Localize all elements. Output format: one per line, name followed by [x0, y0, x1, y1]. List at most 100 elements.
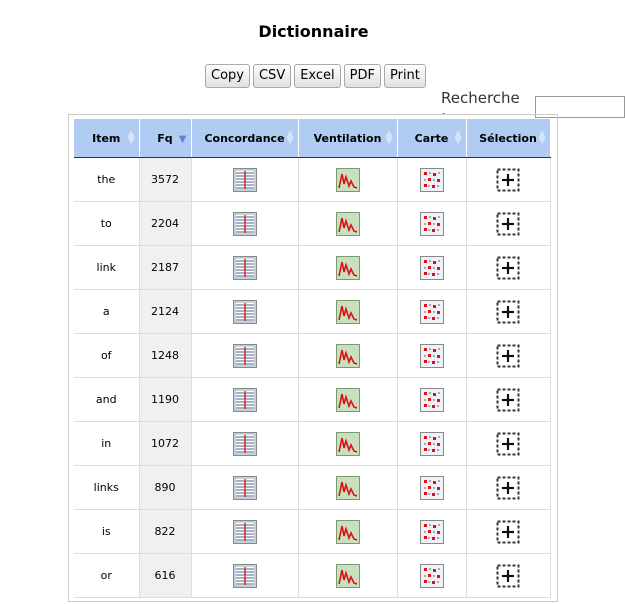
map-icon[interactable] — [419, 299, 444, 324]
column-header-item[interactable]: Item ▲ ▼ — [74, 119, 140, 158]
selection-add-icon[interactable] — [496, 256, 520, 280]
selection-add-icon[interactable] — [496, 212, 520, 236]
concordance-icon[interactable] — [232, 387, 257, 412]
concordance-icon[interactable] — [232, 255, 257, 280]
ventilation-icon[interactable] — [335, 167, 360, 192]
selection-cell — [466, 377, 551, 422]
ventilation-icon[interactable] — [335, 475, 360, 500]
concordance-icon[interactable] — [232, 519, 257, 544]
selection-add-icon[interactable] — [496, 476, 520, 500]
ventilation-cell — [298, 201, 398, 246]
frequency-cell: 616 — [139, 553, 192, 598]
concordance-cell — [191, 553, 299, 598]
ventilation-cell — [298, 289, 398, 334]
excel-button[interactable]: Excel — [294, 64, 341, 88]
concordance-icon[interactable] — [232, 211, 257, 236]
frequency-value: 3572 — [151, 173, 179, 186]
page-title: Dictionnaire — [258, 22, 369, 41]
export-toolbar: Copy CSV Excel PDF Print — [205, 64, 426, 88]
item-text: is — [101, 525, 111, 538]
ventilation-icon[interactable] — [335, 519, 360, 544]
table-row: to 2204 — [74, 201, 551, 246]
item-text: in — [101, 437, 112, 450]
sort-icon: ▲ ▼ — [286, 129, 294, 146]
frequency-cell: 890 — [139, 465, 192, 510]
column-header-selection[interactable]: Sélection ▲ ▼ — [466, 119, 551, 158]
item-cell: links — [74, 465, 140, 510]
ventilation-cell — [298, 157, 398, 202]
ventilation-icon[interactable] — [335, 563, 360, 588]
csv-button[interactable]: CSV — [252, 64, 292, 88]
concordance-cell — [191, 465, 299, 510]
sort-icon: ▲ ▼ — [538, 129, 546, 146]
map-icon[interactable] — [419, 343, 444, 368]
ventilation-icon[interactable] — [335, 255, 360, 280]
selection-add-icon[interactable] — [496, 388, 520, 412]
ventilation-cell — [298, 465, 398, 510]
selection-add-icon[interactable] — [496, 344, 520, 368]
map-icon[interactable] — [419, 255, 444, 280]
selection-cell — [466, 333, 551, 378]
column-header-ventilation[interactable]: Ventilation ▲ ▼ — [298, 119, 398, 158]
map-icon[interactable] — [419, 519, 444, 544]
frequency-value: 1248 — [151, 349, 179, 362]
item-text: and — [95, 393, 117, 406]
copy-button[interactable]: Copy — [205, 64, 250, 88]
ventilation-icon[interactable] — [335, 387, 360, 412]
selection-cell — [466, 465, 551, 510]
frequency-value: 616 — [154, 569, 176, 582]
table-row: or 616 — [74, 553, 551, 598]
frequency-value: 1190 — [151, 393, 179, 406]
carte-cell — [397, 289, 467, 334]
map-icon[interactable] — [419, 167, 444, 192]
concordance-icon[interactable] — [232, 475, 257, 500]
concordance-icon[interactable] — [232, 563, 257, 588]
frequency-value: 1072 — [151, 437, 179, 450]
pdf-button[interactable]: PDF — [343, 64, 381, 88]
column-header-fq[interactable]: Fq ▼ — [139, 119, 192, 158]
selection-cell — [466, 157, 551, 202]
concordance-cell — [191, 377, 299, 422]
frequency-value: 890 — [154, 481, 176, 494]
concordance-icon[interactable] — [232, 431, 257, 456]
item-cell: a — [74, 289, 140, 334]
column-header-concordance[interactable]: Concordance ▲ ▼ — [191, 119, 299, 158]
concordance-icon[interactable] — [232, 343, 257, 368]
selection-add-icon[interactable] — [496, 300, 520, 324]
item-text: of — [100, 349, 112, 362]
map-icon[interactable] — [419, 211, 444, 236]
ventilation-icon[interactable] — [335, 431, 360, 456]
item-text: the — [97, 173, 116, 186]
selection-add-icon[interactable] — [496, 520, 520, 544]
print-button[interactable]: Print — [383, 64, 426, 88]
map-icon[interactable] — [419, 563, 444, 588]
column-header-carte[interactable]: Carte ▲ ▼ — [397, 119, 467, 158]
frequency-cell: 1248 — [139, 333, 192, 378]
item-text: link — [96, 261, 116, 274]
frequency-value: 822 — [154, 525, 176, 538]
ventilation-cell — [298, 333, 398, 378]
map-icon[interactable] — [419, 475, 444, 500]
frequency-cell: 822 — [139, 509, 192, 554]
concordance-cell — [191, 245, 299, 290]
item-cell: and — [74, 377, 140, 422]
frequency-cell: 2124 — [139, 289, 192, 334]
carte-cell — [397, 201, 467, 246]
selection-add-icon[interactable] — [496, 168, 520, 192]
sort-desc-icon: ▼ — [178, 134, 187, 145]
selection-add-icon[interactable] — [496, 432, 520, 456]
concordance-icon[interactable] — [232, 167, 257, 192]
map-icon[interactable] — [419, 431, 444, 456]
concordance-cell — [191, 333, 299, 378]
map-icon[interactable] — [419, 387, 444, 412]
concordance-cell — [191, 289, 299, 334]
ventilation-icon[interactable] — [335, 211, 360, 236]
frequency-cell: 1072 — [139, 421, 192, 466]
ventilation-icon[interactable] — [335, 343, 360, 368]
selection-cell — [466, 245, 551, 290]
concordance-icon[interactable] — [232, 299, 257, 324]
frequency-cell: 2187 — [139, 245, 192, 290]
ventilation-icon[interactable] — [335, 299, 360, 324]
selection-add-icon[interactable] — [496, 564, 520, 588]
item-cell: link — [74, 245, 140, 290]
